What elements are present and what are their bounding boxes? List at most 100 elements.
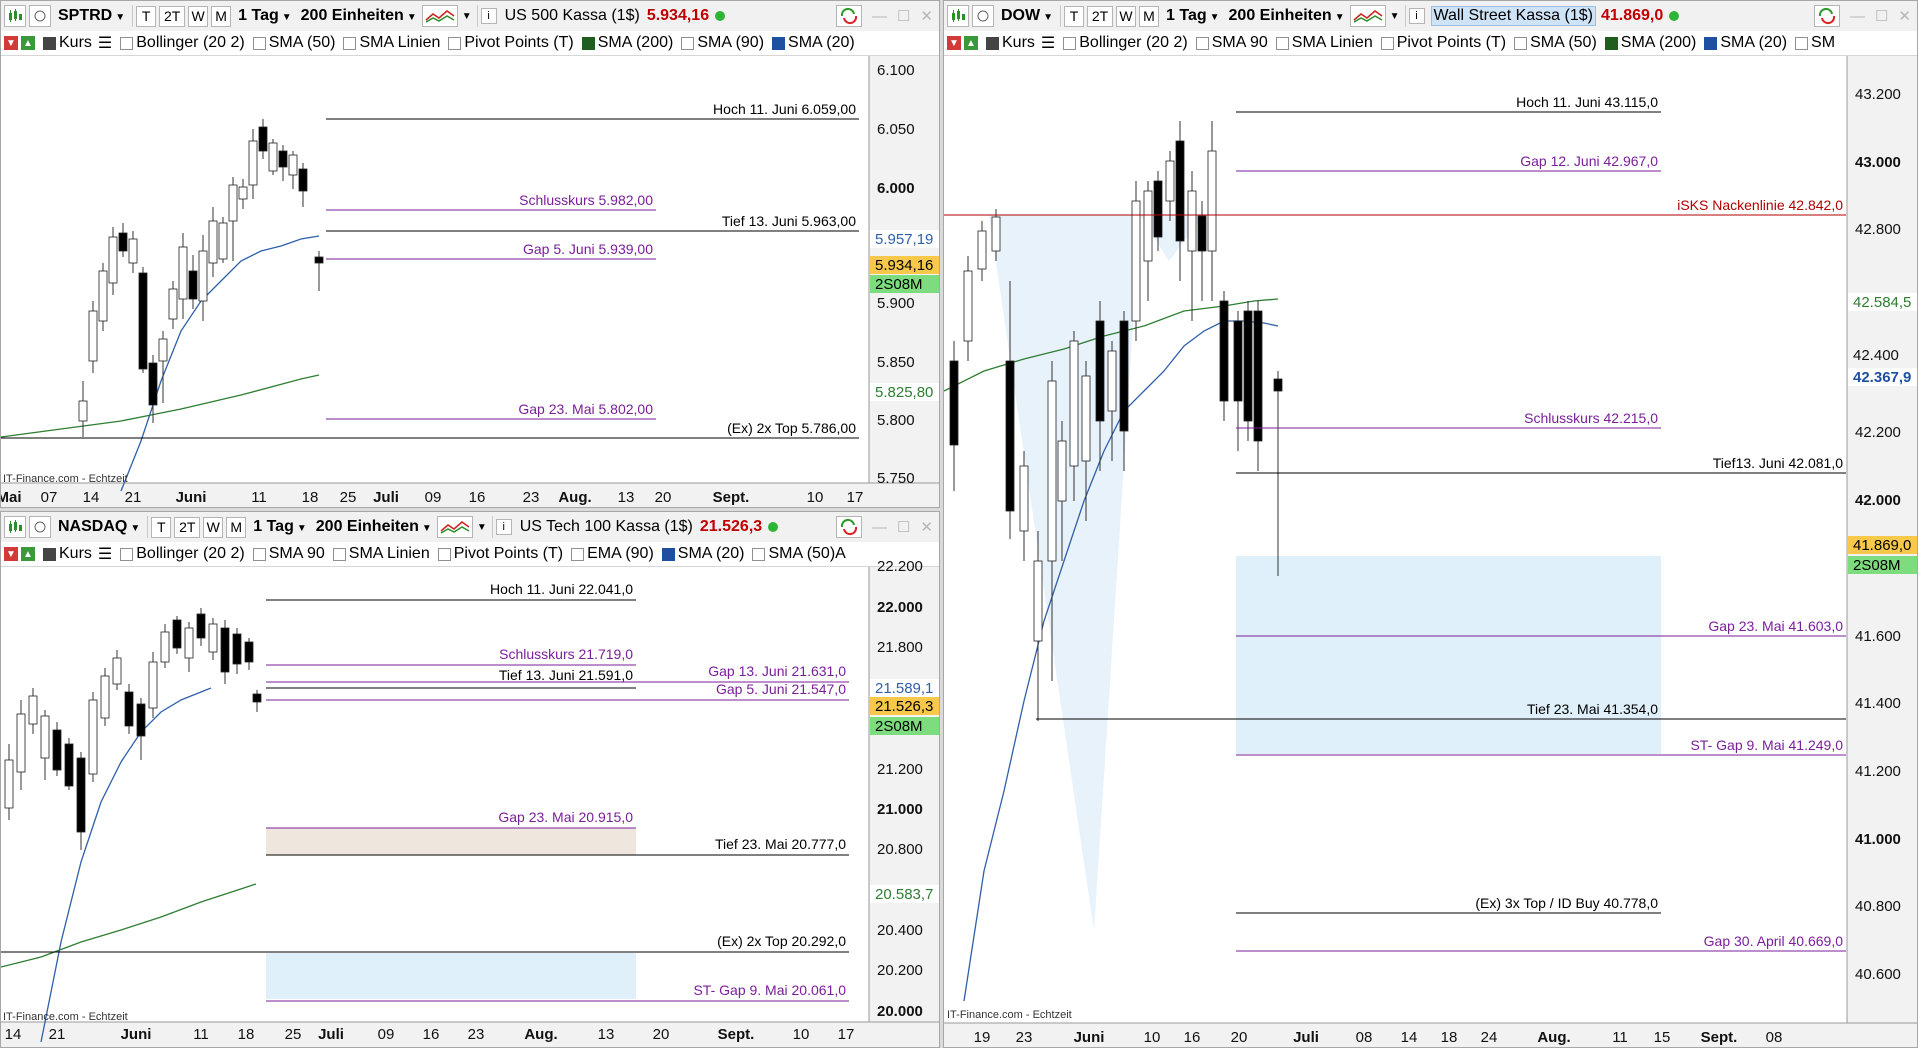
x-tick-label: 17 — [838, 1026, 855, 1043]
level-label: Hoch 11. Juni 6.059,00 — [713, 101, 856, 117]
candle-body — [1219, 300, 1229, 402]
candle-body — [991, 216, 1001, 252]
x-tick-label: 25 — [340, 489, 357, 506]
candle-body — [1175, 140, 1185, 242]
level-label: Tief13. Juni 42.081,0 — [1713, 455, 1843, 471]
x-tick-label: 11 — [193, 1026, 209, 1043]
price-chart[interactable]: Hoch 11. Juni 22.041,0 Schlusskurs 21.719… — [1, 512, 940, 1048]
candle-body — [52, 729, 62, 771]
data-source-label: IT-Finance.com - Echtzeit — [3, 1011, 128, 1023]
x-tick-label: Sept. — [713, 489, 750, 506]
x-tick-label: 21 — [125, 489, 142, 506]
price-tag-label: 21.589,1 — [875, 680, 933, 697]
candle-body — [1233, 320, 1243, 402]
shaded-zone — [266, 953, 636, 999]
y-tick-label: 20.400 — [877, 922, 923, 939]
candle-body — [208, 220, 218, 264]
x-tick-label: 08 — [1766, 1029, 1783, 1046]
x-tick-label: Juli — [318, 1026, 344, 1043]
y-tick-label: 5.750 — [877, 470, 915, 487]
candle-body — [1165, 160, 1175, 202]
x-tick-label: 10 — [807, 489, 824, 506]
x-tick-label: 18 — [238, 1026, 255, 1043]
y-tick-label: 41.000 — [1855, 831, 1901, 848]
candle-body — [28, 695, 38, 725]
sma-200-line — [1, 883, 257, 968]
x-tick-label: 20 — [655, 489, 672, 506]
candle-body — [1019, 465, 1029, 532]
x-tick-label: 09 — [378, 1026, 395, 1043]
candle-body — [248, 140, 258, 186]
candle-body — [148, 661, 158, 709]
candle-body — [1057, 440, 1067, 502]
panel-divider[interactable] — [0, 508, 940, 511]
x-tick-label: Sept. — [718, 1026, 755, 1043]
x-tick-label: Juli — [1293, 1029, 1319, 1046]
level-label: (Ex) 3x Top / ID Buy 40.778,0 — [1475, 895, 1658, 911]
level-label: Tief 23. Mai 41.354,0 — [1527, 701, 1658, 717]
x-tick-label: Juni — [1074, 1029, 1105, 1046]
x-tick-label: 10 — [1144, 1029, 1161, 1046]
y-tick-label: 5.800 — [877, 412, 915, 429]
level-label: Tief 23. Mai 20.777,0 — [715, 836, 846, 852]
candle-body — [88, 310, 98, 362]
candle-body — [232, 633, 242, 665]
level-label: ST- Gap 9. Mai 41.249,0 — [1690, 737, 1843, 753]
candle-body — [252, 693, 262, 703]
y-tick-label: 6.100 — [877, 62, 915, 79]
candle-body — [172, 619, 182, 649]
y-tick-label: 21.000 — [877, 801, 923, 818]
y-tick-label: 6.000 — [877, 180, 915, 197]
price-tag-label: 2S08M — [875, 718, 923, 735]
candle-body — [220, 627, 230, 673]
candle-body — [138, 272, 148, 370]
candle-body — [1207, 150, 1217, 252]
candle-body — [1005, 360, 1015, 512]
x-tick-label: 24 — [1481, 1029, 1498, 1046]
candle-body — [1107, 350, 1117, 412]
candle-body — [1081, 375, 1091, 462]
level-label: (Ex) 2x Top 5.786,00 — [727, 420, 856, 436]
price-tag-label: 41.869,0 — [1853, 537, 1911, 554]
chart-panel-dow: DOW ▼ T 2T W M 1 Tag ▼ 200 Einheiten ▼ ▼ i … — [943, 0, 1918, 1048]
inverse-sks-pattern — [989, 215, 1140, 931]
x-tick-label: 17 — [847, 489, 864, 506]
panel-divider[interactable] — [940, 0, 943, 1048]
candle-body — [128, 238, 138, 264]
x-tick-label: 09 — [425, 489, 442, 506]
x-tick-label: 23 — [468, 1026, 485, 1043]
candle-body — [136, 703, 146, 737]
x-tick-label: 23 — [523, 489, 540, 506]
candle-body — [160, 631, 170, 663]
y-tick-label: 21.200 — [877, 761, 923, 778]
candle-body — [40, 715, 50, 759]
candle-body — [108, 236, 118, 284]
candle-body — [16, 713, 26, 773]
x-tick-label: 07 — [41, 489, 58, 506]
candle-body — [244, 641, 254, 663]
candle-body — [1187, 190, 1197, 252]
price-chart[interactable]: Hoch 11. Juni 43.115,0 Gap 12. Juni 42.96… — [944, 1, 1918, 1048]
x-tick-label: 14 — [83, 489, 100, 506]
candle-body — [64, 743, 74, 787]
price-chart[interactable]: Hoch 11. Juni 6.059,00 Schlusskurs 5.982,… — [1, 1, 940, 508]
price-tag-label: 2S08M — [1853, 557, 1901, 574]
x-tick-label: 19 — [974, 1029, 991, 1046]
candle-body — [278, 150, 288, 168]
x-tick-label: 20 — [1231, 1029, 1248, 1046]
y-tick-label: 43.200 — [1855, 86, 1901, 103]
candle-body — [1197, 215, 1207, 252]
candle-body — [218, 222, 228, 260]
level-label: (Ex) 2x Top 20.292,0 — [717, 933, 846, 949]
candle-body — [268, 142, 278, 172]
y-tick-label: 41.200 — [1855, 763, 1901, 780]
candle-body — [1273, 378, 1283, 392]
price-tag-label: 20.583,7 — [875, 886, 933, 903]
level-label: Gap 5. Juni 5.939,00 — [523, 241, 653, 257]
x-tick-label: 13 — [618, 489, 635, 506]
level-label: Gap 30. April 40.669,0 — [1704, 933, 1844, 949]
candle-body — [949, 360, 959, 446]
level-label: Gap 23. Mai 5.802,00 — [518, 401, 653, 417]
level-label: Schlusskurs 5.982,00 — [519, 192, 653, 208]
price-tag-label: 21.526,3 — [875, 698, 933, 715]
